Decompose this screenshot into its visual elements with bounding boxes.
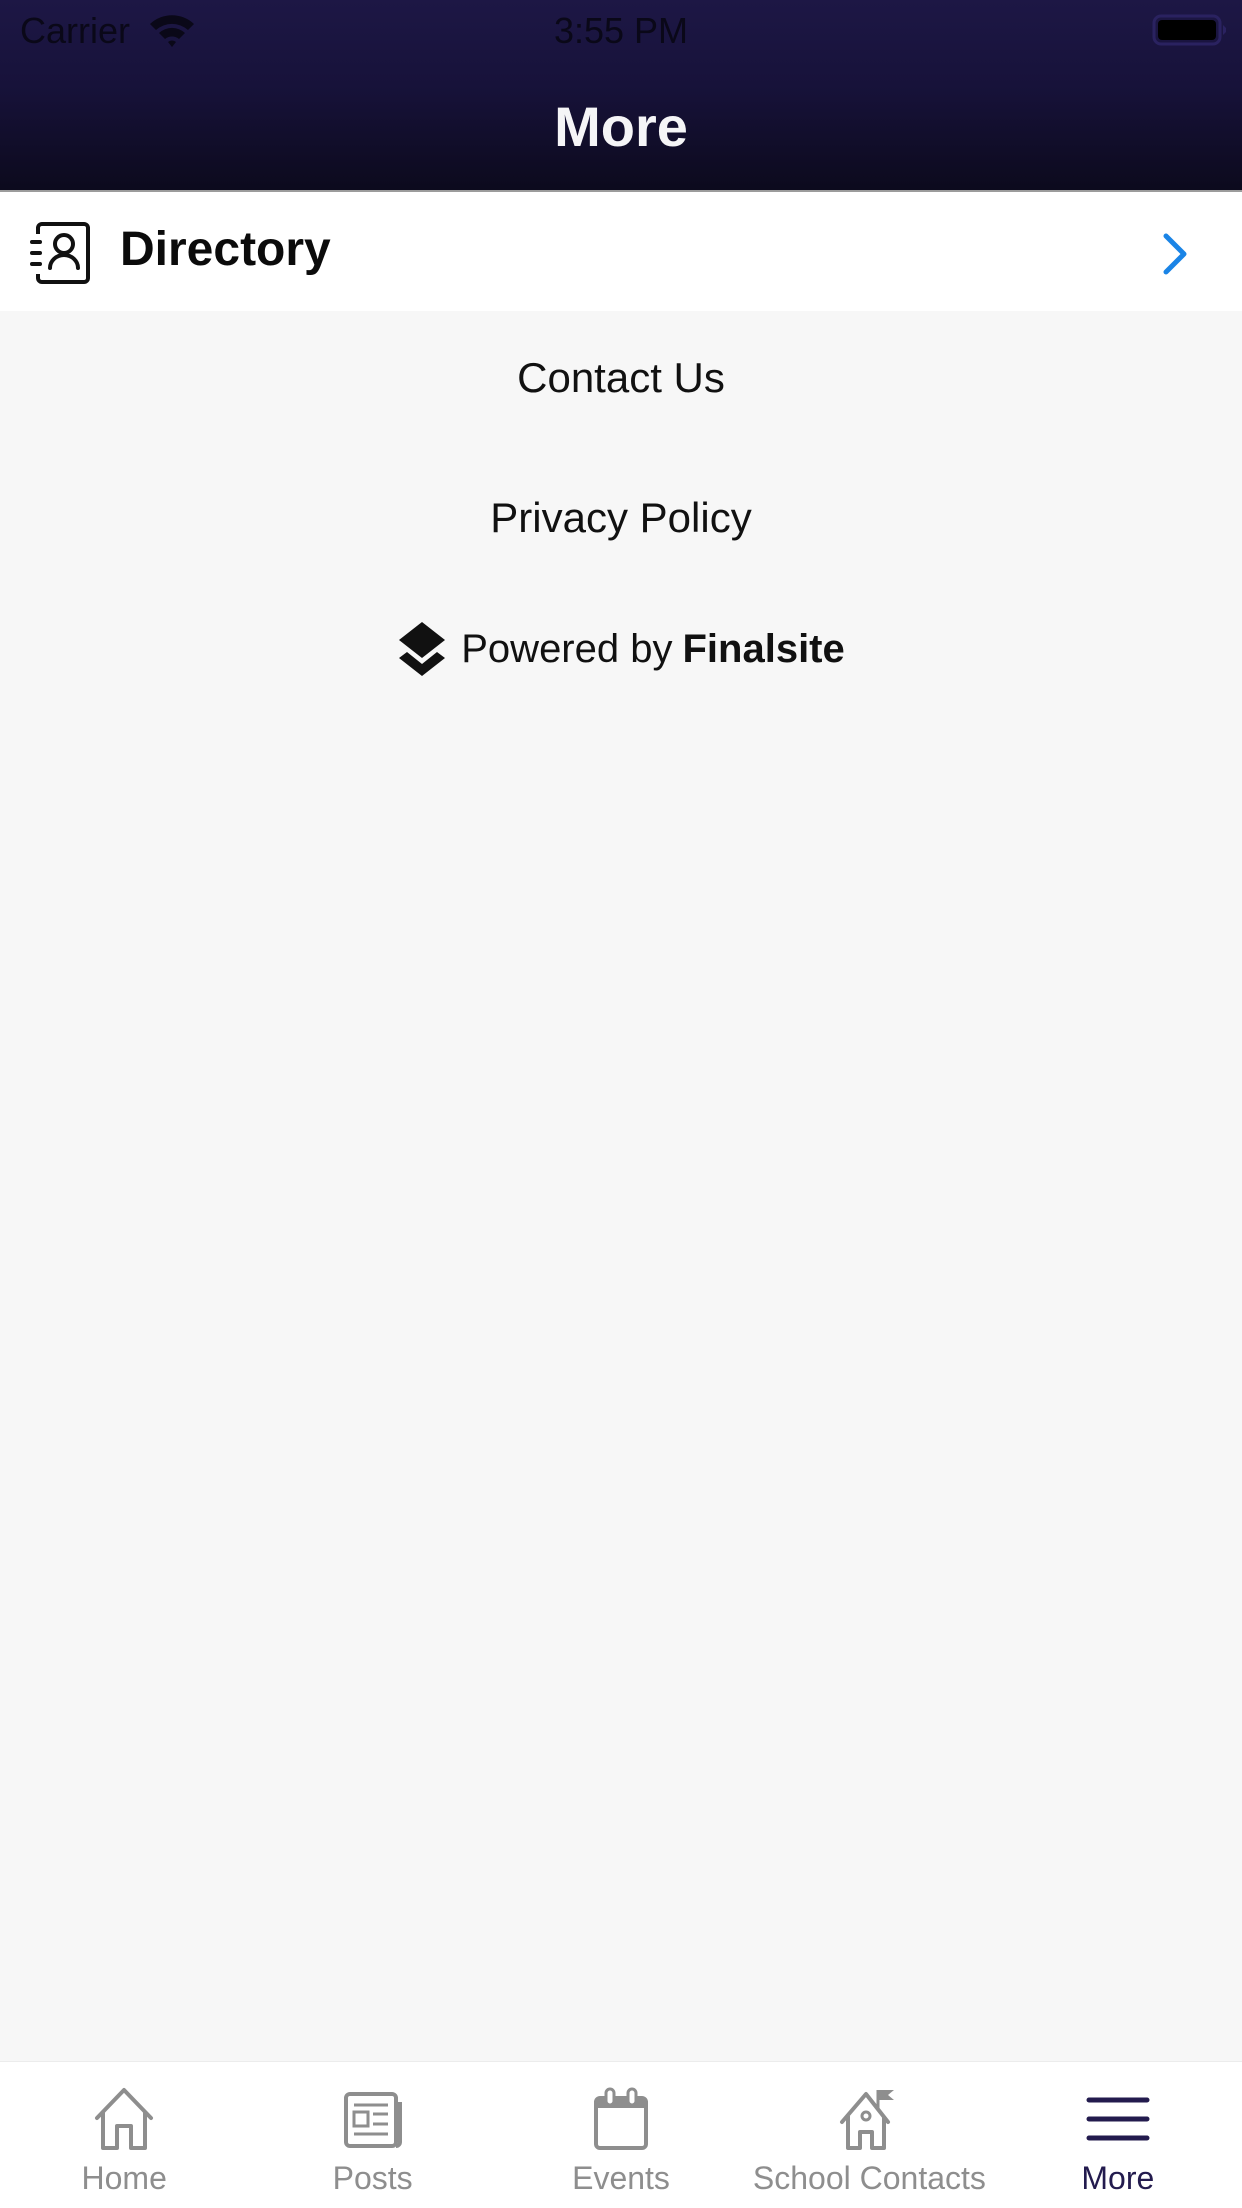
tab-events[interactable]: Events [497, 2062, 745, 2208]
privacy-policy-label: Privacy Policy [490, 494, 752, 541]
chevron-right-icon [1163, 233, 1187, 275]
powered-by-finalsite: Powered by Finalsite [0, 620, 1242, 678]
powered-by-text: Powered by [461, 626, 673, 671]
tab-home-label: Home [81, 2160, 167, 2196]
newspaper-icon [343, 2092, 402, 2148]
navigation-header: Carrier 3:55 PM More [0, 0, 1242, 192]
status-time: 3:55 PM [553, 10, 689, 51]
contact-us-link[interactable]: Contact Us [0, 354, 1242, 402]
tab-posts-label: Posts [332, 2160, 413, 2196]
privacy-policy-link[interactable]: Privacy Policy [0, 494, 1242, 542]
contact-us-label: Contact Us [517, 354, 725, 401]
calendar-icon [594, 2087, 649, 2150]
directory-label: Directory [120, 223, 331, 276]
tab-events-label: Events [572, 2160, 670, 2196]
tab-school-contacts-label: School Contacts [752, 2160, 986, 2196]
menu-icon [1086, 2097, 1150, 2141]
battery-icon [1152, 14, 1226, 46]
home-icon [95, 2088, 154, 2150]
tab-posts[interactable]: Posts [248, 2062, 496, 2208]
tab-more-label: More [1081, 2160, 1155, 2196]
finalsite-brand: Finalsite [682, 626, 845, 671]
tab-bar: Home Posts Events School Contacts More [0, 2061, 1242, 2208]
directory-menu-item[interactable]: Directory [0, 192, 1242, 311]
page-title: More [554, 95, 688, 158]
tab-home[interactable]: Home [0, 2062, 248, 2208]
contact-book-icon [30, 222, 90, 284]
tab-school-contacts[interactable]: School Contacts [745, 2062, 993, 2208]
layers-icon [399, 622, 446, 676]
school-icon [840, 2090, 895, 2150]
tab-more[interactable]: More [994, 2062, 1242, 2208]
